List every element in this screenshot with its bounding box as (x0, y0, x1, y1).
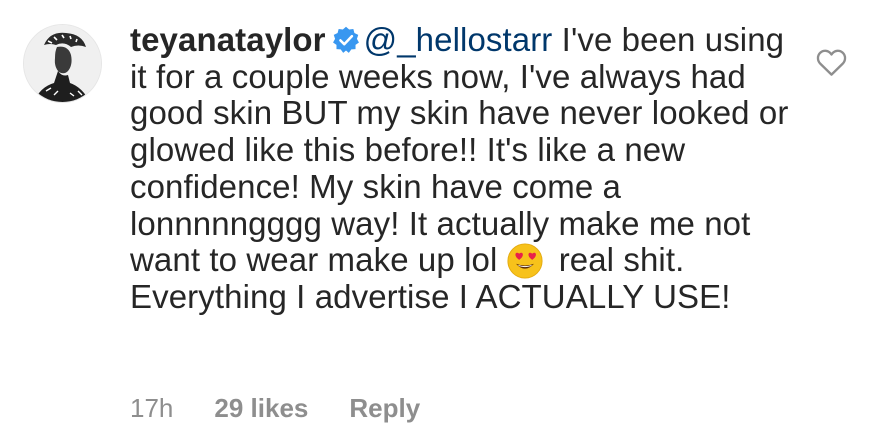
comment-text: teyanataylor @_hellostarr I've been usin… (130, 21, 800, 316)
comment-body-text: I've been using it for a couple weeks no… (130, 21, 789, 279)
avatar[interactable] (24, 25, 101, 102)
verified-badge-icon (332, 26, 359, 53)
heart-eyes-emoji-icon (507, 243, 543, 279)
username-link[interactable]: teyanataylor (130, 21, 326, 58)
heart-outline-icon[interactable] (816, 48, 847, 77)
likes-count-button[interactable]: 29 likes (214, 393, 308, 424)
comment-item: teyanataylor @_hellostarr I've been usin… (0, 0, 889, 446)
comment-meta: 17h 29 likes Reply (130, 393, 420, 424)
mention-link[interactable]: @_hellostarr (364, 21, 553, 58)
comment-timestamp[interactable]: 17h (130, 393, 173, 424)
avatar-image (24, 25, 101, 102)
reply-button[interactable]: Reply (349, 393, 420, 424)
